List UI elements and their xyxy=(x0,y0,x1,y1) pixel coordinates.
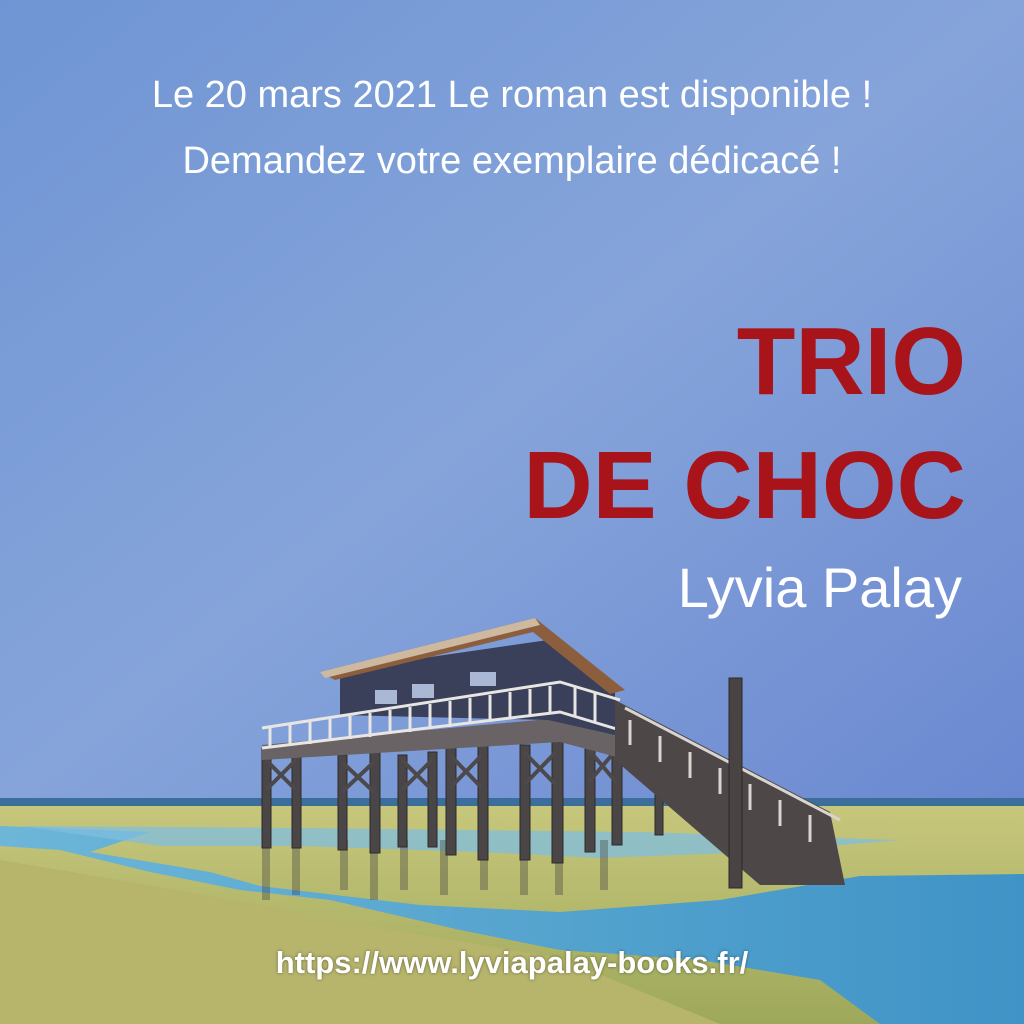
author-name: Lyvia Palay xyxy=(677,556,962,619)
house-window xyxy=(412,684,434,698)
house-window xyxy=(470,672,496,686)
book-title-line-2: DE CHOC xyxy=(523,432,966,539)
house-window xyxy=(375,690,397,704)
announcement-line-2: Demandez votre exemplaire dédicacé ! xyxy=(182,140,842,182)
announcement-line-1: Le 20 mars 2021 Le roman est disponible … xyxy=(151,74,873,116)
book-title-line-1: TRIO xyxy=(736,308,966,415)
website-link[interactable]: https://www.lyviapalay-books.fr/ xyxy=(0,947,1024,978)
mooring-post xyxy=(728,677,743,889)
book-promo-poster: Le 20 mars 2021 Le roman est disponible … xyxy=(0,0,1024,1024)
